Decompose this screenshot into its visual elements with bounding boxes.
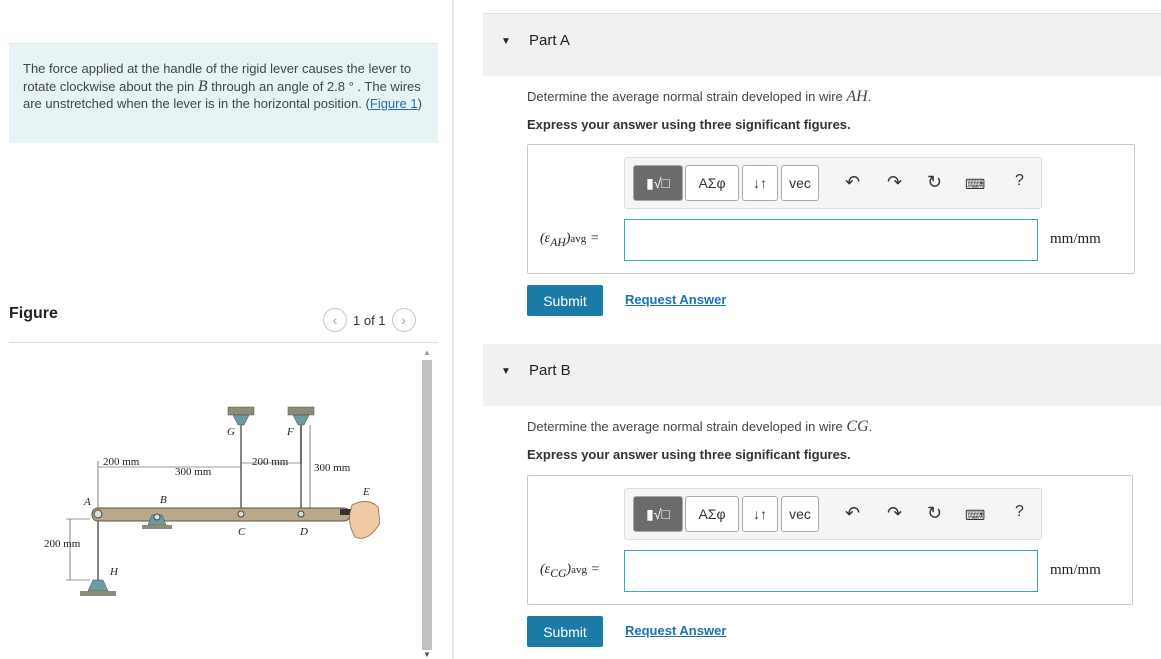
wire-var: AH (846, 88, 868, 105)
equals-sign: = (589, 231, 600, 246)
chevron-right-icon[interactable]: › (391, 308, 416, 332)
redo-icon[interactable]: ↷ (887, 172, 902, 193)
label-a: A (83, 496, 91, 508)
left-panel: The force applied at the handle of the r… (0, 0, 452, 659)
label-f: F (286, 426, 294, 438)
subscript: CG (550, 566, 567, 580)
vec-button[interactable]: vec (781, 165, 819, 201)
part-a-header[interactable]: ▼ Part A (483, 14, 1161, 76)
request-answer-link[interactable]: Request Answer (625, 292, 726, 307)
submit-button[interactable]: Submit (527, 285, 603, 316)
question-text: Determine the average normal strain deve… (527, 89, 847, 104)
part-b-label: Part B (529, 362, 571, 379)
pin-variable: B (197, 77, 208, 95)
divider (9, 342, 438, 343)
part-a-instruction: Express your answer using three signific… (527, 117, 851, 132)
equation-label: (εAH)avg = (540, 231, 600, 249)
ceiling-support-g (227, 406, 255, 426)
redo-icon[interactable]: ↷ (887, 503, 902, 524)
unit-label: mm/mm (1050, 231, 1101, 247)
greek-button[interactable]: ΑΣφ (685, 165, 739, 201)
dim-300-left: 300 mm (175, 466, 212, 478)
ground-support-h (80, 579, 116, 596)
part-b-answer-box: ▮√□ ΑΣφ ↓↑ vec ↶ ↷ ↻ ⌨ ? (εCG)avg = mm/m… (527, 475, 1133, 605)
reset-icon[interactable]: ↻ (927, 503, 942, 524)
avg-subscript: avg (570, 233, 587, 245)
template-icon[interactable]: ▮√□ (633, 165, 683, 201)
dimension-lines (66, 425, 311, 581)
request-answer-link[interactable]: Request Answer (625, 623, 726, 638)
part-a-question: Determine the average normal strain deve… (527, 88, 871, 106)
keyboard-icon[interactable]: ⌨ (965, 176, 985, 193)
label-g: G (227, 426, 235, 438)
arrows-button[interactable]: ↓↑ (742, 165, 778, 201)
panel-divider (452, 0, 454, 659)
answer-input[interactable] (624, 550, 1038, 592)
part-b-header[interactable]: ▼ Part B (483, 344, 1161, 406)
label-d: D (299, 526, 308, 538)
figure-title: Figure (9, 305, 58, 322)
dim-300-right: 300 mm (314, 462, 351, 474)
question-text: Determine the average normal strain deve… (527, 419, 847, 434)
figure-pager: ‹ 1 of 1 › (323, 308, 416, 332)
math-toolbar: ▮√□ ΑΣφ ↓↑ vec ↶ ↷ ↻ ⌨ ? (624, 488, 1042, 540)
vec-button[interactable]: vec (781, 496, 819, 532)
undo-icon[interactable]: ↶ (845, 172, 860, 193)
problem-text-3: ) (417, 96, 422, 111)
wire-var: CG (846, 418, 869, 435)
template-icon[interactable]: ▮√□ (633, 496, 683, 532)
pager-text: 1 of 1 (353, 312, 386, 328)
subscript: AH (550, 235, 566, 249)
help-icon[interactable]: ? (1015, 503, 1024, 521)
scroll-up-icon[interactable]: ▲ (423, 348, 431, 357)
equals-sign: = (590, 562, 600, 577)
reset-icon[interactable]: ↻ (927, 172, 942, 193)
keyboard-icon[interactable]: ⌨ (965, 507, 985, 524)
ceiling-support-f (287, 406, 315, 426)
part-a-answer-box: ▮√□ ΑΣφ ↓↑ vec ↶ ↷ ↻ ⌨ ? (εAH)avg = mm/m… (527, 144, 1135, 274)
problem-statement: The force applied at the handle of the r… (9, 43, 438, 143)
dim-200-vert: 200 mm (44, 538, 81, 550)
avg-subscript: avg (571, 564, 587, 576)
question-end: . (867, 89, 872, 104)
undo-icon[interactable]: ↶ (845, 503, 860, 524)
figure-scrollbar[interactable]: ▲ ▼ (420, 348, 434, 659)
arrows-button[interactable]: ↓↑ (742, 496, 778, 532)
question-end: . (868, 419, 873, 434)
part-b-question: Determine the average normal strain deve… (527, 418, 872, 436)
dim-200-left: 200 mm (103, 456, 140, 468)
answer-input[interactable] (624, 219, 1038, 261)
lever-figure: A B C D E F G H 200 mm 300 mm 200 mm 300… (44, 406, 380, 596)
math-toolbar: ▮√□ ΑΣφ ↓↑ vec ↶ ↷ ↻ ⌨ ? (624, 157, 1042, 209)
part-a-label: Part A (529, 32, 570, 49)
label-c: C (238, 526, 246, 538)
label-h: H (109, 566, 119, 578)
collapse-triangle-icon[interactable]: ▼ (501, 36, 511, 47)
label-e: E (362, 486, 370, 498)
submit-button[interactable]: Submit (527, 616, 603, 647)
chevron-left-icon[interactable]: ‹ (323, 308, 347, 332)
unit-label: mm/mm (1050, 562, 1101, 578)
help-icon[interactable]: ? (1015, 172, 1024, 190)
dim-200-mid: 200 mm (252, 456, 289, 468)
scroll-down-icon[interactable]: ▼ (423, 650, 431, 659)
label-b: B (160, 494, 167, 506)
greek-button[interactable]: ΑΣφ (685, 496, 739, 532)
lever-bar (91, 507, 351, 522)
scroll-thumb[interactable] (422, 360, 432, 650)
part-b-instruction: Express your answer using three signific… (527, 447, 851, 462)
collapse-triangle-icon[interactable]: ▼ (501, 366, 511, 377)
equation-label: (εCG)avg = (540, 562, 600, 580)
figure-link[interactable]: Figure 1 (370, 96, 418, 111)
